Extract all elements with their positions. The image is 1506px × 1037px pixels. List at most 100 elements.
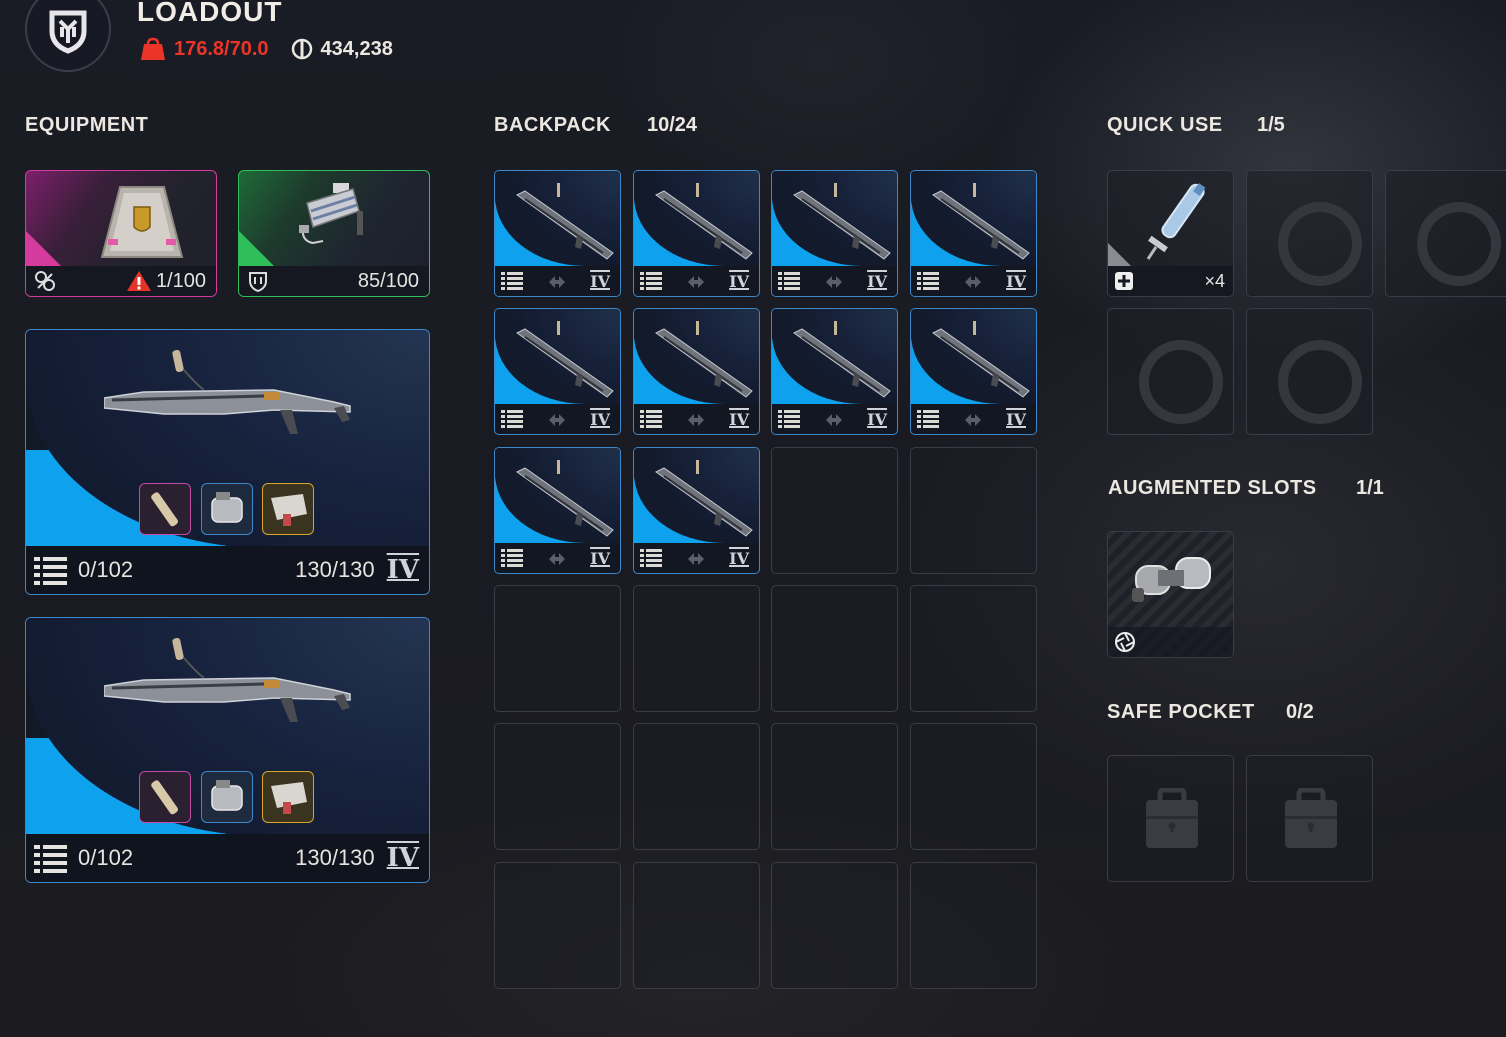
shotgun-icon: [782, 181, 892, 266]
backpack-slot-empty[interactable]: [494, 723, 621, 850]
safe-pocket-slot-2[interactable]: [1246, 755, 1373, 882]
augmented-slot-1[interactable]: [1107, 531, 1234, 658]
shotgun-icon: [644, 181, 754, 266]
backpack-slot-empty[interactable]: [494, 862, 621, 989]
item-bar: IV: [772, 266, 897, 296]
stock-mod-icon: [271, 494, 307, 526]
ammo-icon: [501, 272, 523, 290]
augment-pack-icon: [100, 186, 184, 258]
augmented-slots-count: 1/1: [1356, 477, 1384, 499]
backpack-slot-empty[interactable]: [910, 585, 1037, 712]
backpack-slot-empty[interactable]: [494, 585, 621, 712]
weapon-durability: 130/130: [295, 845, 375, 870]
item-tier: IV: [1006, 271, 1026, 291]
equipment-title: EQUIPMENT: [25, 114, 149, 136]
backpack-slot-empty[interactable]: [910, 723, 1037, 850]
player-emblem: [25, 0, 111, 72]
item-bar: IV: [911, 404, 1036, 434]
quick-use-title: QUICK USE: [1107, 114, 1223, 136]
emblem-icon: [49, 10, 87, 54]
backpack-item[interactable]: IV: [633, 308, 760, 435]
mod-slot-2[interactable]: [201, 483, 253, 535]
shotgun-icon: [644, 458, 754, 543]
backpack-slot-empty[interactable]: [771, 862, 898, 989]
item-tier: IV: [867, 271, 887, 291]
backpack-slot-empty[interactable]: [633, 585, 760, 712]
quick-use-slot-1[interactable]: ×4: [1107, 170, 1234, 297]
mod-slot-3[interactable]: [262, 483, 314, 535]
backpack-item[interactable]: IV: [771, 170, 898, 297]
weapon-bar: 0/102 130/130 IV: [26, 546, 429, 594]
augment-slot[interactable]: 1/100: [25, 170, 217, 297]
item-tier: IV: [729, 271, 749, 291]
weapon-slot-2[interactable]: 0/102 130/130 IV: [25, 617, 430, 883]
mod-slot-3[interactable]: [262, 771, 314, 823]
attachment-icon: [825, 414, 842, 426]
backpack-slot-empty[interactable]: [910, 862, 1037, 989]
backpack-slot-empty[interactable]: [633, 723, 760, 850]
ammo-icon: [917, 272, 939, 290]
weapon-ammo: 0/102: [78, 845, 134, 870]
lock-icon: [1146, 788, 1198, 848]
mod-slot-1[interactable]: [139, 483, 191, 535]
attachment-icon: [687, 276, 704, 288]
item-tier: IV: [590, 271, 610, 291]
rarity-corner: [239, 231, 279, 271]
attachment-icon: [548, 414, 565, 426]
muzzle-mod-icon: [151, 492, 178, 527]
currency: 434,238: [291, 38, 393, 61]
backpack-item[interactable]: IV: [910, 170, 1037, 297]
attachment-icon: [548, 553, 565, 565]
shield-slot[interactable]: 85/100: [238, 170, 430, 297]
weight-value: 176.8/70.0: [174, 37, 269, 60]
warning-triangle-icon: [126, 271, 151, 291]
attachment-icon: [964, 276, 981, 288]
shield-device-icon: [299, 183, 363, 245]
weapon-slot-1[interactable]: 0/102 130/130 IV: [25, 329, 430, 595]
page-title: LOADOUT: [137, 0, 283, 27]
ammo-icon: [640, 549, 662, 567]
shotgun-icon: [505, 319, 615, 404]
weapon-tier: IV: [386, 555, 419, 585]
backpack-slot-empty[interactable]: [771, 723, 898, 850]
backpack-item[interactable]: IV: [910, 308, 1037, 435]
coin-icon: [291, 38, 312, 60]
quick-use-slot-4[interactable]: [1107, 308, 1234, 435]
mod-slot-1[interactable]: [139, 771, 191, 823]
backpack-item[interactable]: IV: [771, 308, 898, 435]
backpack-item[interactable]: IV: [494, 447, 621, 574]
ammo-icon: [34, 845, 67, 873]
backpack-slot-empty[interactable]: [910, 447, 1037, 574]
mod-slot-2[interactable]: [201, 771, 253, 823]
item-tier: IV: [729, 409, 749, 429]
shotgun-icon: [103, 349, 354, 455]
item-tier: IV: [867, 409, 887, 429]
safe-pocket-title: SAFE POCKET: [1107, 701, 1255, 723]
attachment-icon: [825, 276, 842, 288]
item-bar: IV: [495, 266, 620, 296]
item-bar: IV: [634, 543, 759, 573]
weapon-ammo: 0/102: [78, 557, 134, 582]
backpack-item[interactable]: IV: [633, 447, 760, 574]
rarity-corner: [26, 231, 66, 271]
backpack-count: 10/24: [647, 114, 698, 136]
shotgun-icon: [505, 181, 615, 266]
ammo-icon: [778, 272, 800, 290]
item-bar: IV: [911, 266, 1036, 296]
backpack-item[interactable]: IV: [494, 170, 621, 297]
backpack-slot-empty[interactable]: [633, 862, 760, 989]
backpack-slot-empty[interactable]: [771, 585, 898, 712]
quick-use-slot-3[interactable]: [1385, 170, 1506, 297]
backpack-slot-empty[interactable]: [771, 447, 898, 574]
safe-pocket-slot-1[interactable]: [1107, 755, 1234, 882]
ammo-icon: [640, 410, 662, 428]
backpack-item[interactable]: IV: [494, 308, 621, 435]
item-quantity: ×4: [1204, 270, 1225, 291]
weapon-tier: IV: [386, 843, 419, 873]
backpack-title: BACKPACK: [494, 114, 611, 136]
backpack-item[interactable]: IV: [633, 170, 760, 297]
quick-use-slot-2[interactable]: [1246, 170, 1373, 297]
magazine-mod-icon: [211, 492, 243, 523]
quick-use-slot-5[interactable]: [1246, 308, 1373, 435]
ammo-icon: [501, 410, 523, 428]
